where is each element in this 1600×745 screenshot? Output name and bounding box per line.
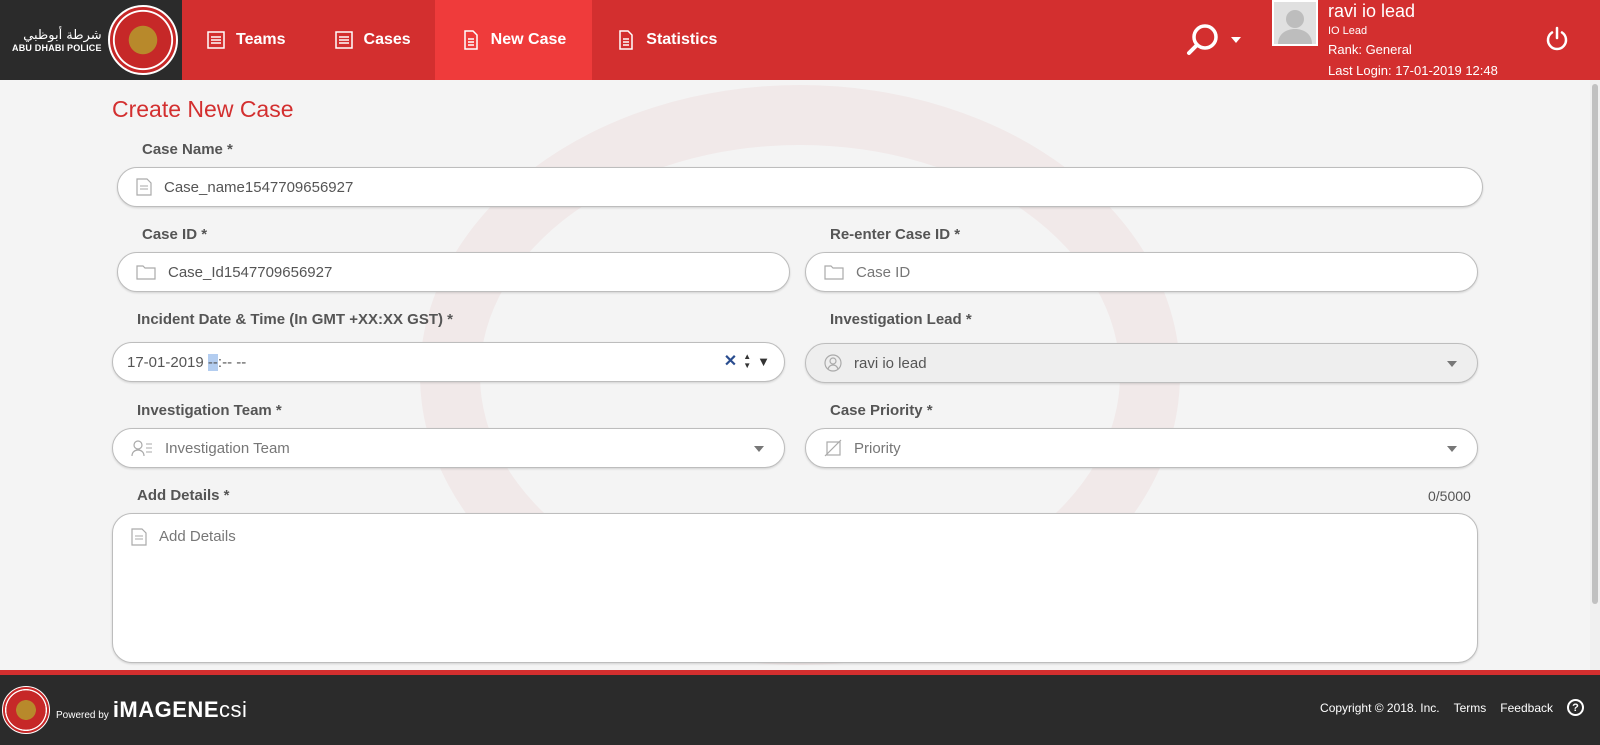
case-name-label: Case Name * <box>142 141 233 158</box>
folder-icon <box>136 265 156 280</box>
document-icon <box>463 30 478 50</box>
user-last-login: Last Login: 17-01-2019 12:48 <box>1328 63 1498 78</box>
incident-hour: -- <box>207 353 218 371</box>
police-emblem-icon <box>2 686 50 734</box>
reenter-case-id-placeholder: Case ID <box>856 263 911 281</box>
nav-cases[interactable]: Cases <box>310 0 435 80</box>
nav-teams[interactable]: Teams <box>182 0 310 80</box>
footer: Powered by iMAGENEcsi Copyright © 2018. … <box>0 675 1600 745</box>
calendar-dropdown-icon[interactable]: ▼ <box>757 354 770 369</box>
datetime-controls: ✕ ▲ ▼ ▼ <box>724 351 770 371</box>
help-icon[interactable]: ? <box>1567 699 1584 716</box>
scrollbar[interactable] <box>1590 80 1600 670</box>
copyright: Copyright © 2018. Inc. <box>1320 700 1440 715</box>
footer-links: Copyright © 2018. Inc. Terms Feedback ? <box>1320 699 1584 716</box>
add-details-placeholder: Add Details <box>159 528 236 545</box>
user-rank: Rank: General <box>1328 42 1412 57</box>
user-role: IO Lead <box>1328 25 1368 37</box>
chevron-down-icon <box>1231 37 1241 43</box>
brand-suffix: csi <box>219 697 248 722</box>
incident-datetime-value: 17-01-2019 --:-- -- <box>127 353 247 371</box>
logo[interactable]: شرطة أبوظبي ABU DHABI POLICE <box>0 0 182 80</box>
details-char-counter: 0/5000 <box>1428 488 1471 504</box>
investigation-lead-value: ravi io lead <box>854 354 927 372</box>
document-icon <box>619 30 634 50</box>
case-id-input[interactable]: Case_Id1547709656927 <box>117 252 790 292</box>
user-profile[interactable]: ravi io lead IO Lead Rank: General Last … <box>1272 0 1498 78</box>
chevron-down-icon <box>754 446 764 452</box>
reenter-case-id-label: Re-enter Case ID * <box>830 226 961 243</box>
investigation-team-label: Investigation Team * <box>137 402 282 419</box>
list-icon <box>207 31 225 49</box>
chevron-down-icon <box>1447 361 1457 367</box>
logo-arabic: شرطة أبوظبي <box>23 27 102 43</box>
investigation-lead-select[interactable]: ravi io lead <box>805 343 1478 383</box>
case-name-input[interactable]: Case_name1547709656927 <box>117 167 1483 207</box>
clear-icon[interactable]: ✕ <box>724 351 737 371</box>
list-icon <box>334 31 353 49</box>
logo-english: ABU DHABI POLICE <box>12 42 102 53</box>
search-icon <box>1187 24 1218 55</box>
folder-icon <box>824 265 844 280</box>
avatar <box>1272 0 1318 46</box>
user-info: ravi io lead IO Lead Rank: General Last … <box>1328 0 1498 78</box>
case-id-value: Case_Id1547709656927 <box>168 263 333 281</box>
incident-datetime-label: Incident Date & Time (In GMT +XX:XX GST)… <box>137 311 454 328</box>
case-priority-select[interactable]: Priority <box>805 428 1478 468</box>
spinner-icon[interactable]: ▲ ▼ <box>743 352 751 370</box>
nav-statistics[interactable]: Statistics <box>592 0 741 80</box>
nav-statistics-label: Statistics <box>646 31 718 48</box>
terms-link[interactable]: Terms <box>1454 701 1487 715</box>
nav-new-case[interactable]: New Case <box>434 0 593 80</box>
case-priority-placeholder: Priority <box>854 439 901 457</box>
document-icon <box>131 528 147 546</box>
incident-date: 17-01-2019 <box>127 353 204 371</box>
team-icon <box>131 440 152 457</box>
search-dropdown[interactable] <box>1185 22 1241 58</box>
police-emblem-icon <box>107 5 178 75</box>
investigation-lead-label: Investigation Lead * <box>830 311 972 328</box>
power-icon <box>1546 26 1568 51</box>
user-name: ravi io lead <box>1328 1 1416 21</box>
nav-new-case-label: New Case <box>490 31 567 48</box>
feedback-link[interactable]: Feedback <box>1500 701 1553 715</box>
brand-logo: iMAGENEcsi <box>113 697 248 723</box>
nav-teams-label: Teams <box>236 31 286 48</box>
logout-button[interactable] <box>1544 26 1570 57</box>
investigation-team-select[interactable]: Investigation Team <box>112 428 785 468</box>
nav-cases-label: Cases <box>363 31 411 48</box>
top-header: شرطة أبوظبي ABU DHABI POLICE Teams Cases… <box>0 0 1600 80</box>
powered-by: Powered by <box>56 709 109 721</box>
page-title: Create New Case <box>112 96 294 122</box>
incident-time-rest: :-- -- <box>217 353 247 371</box>
logo-text: شرطة أبوظبي ABU DHABI POLICE <box>12 28 102 53</box>
chevron-down-icon <box>1447 446 1457 452</box>
user-circle-icon <box>824 354 842 372</box>
add-details-label: Add Details * <box>137 487 230 504</box>
case-name-value: Case_name1547709656927 <box>164 178 354 196</box>
document-icon <box>136 178 152 196</box>
add-details-textarea[interactable]: Add Details <box>112 513 1478 663</box>
reenter-case-id-input[interactable]: Case ID <box>805 252 1478 292</box>
case-priority-label: Case Priority * <box>830 402 933 419</box>
incident-datetime-input[interactable]: 17-01-2019 --:-- -- ✕ ▲ ▼ ▼ <box>112 342 785 382</box>
priority-icon <box>824 439 842 457</box>
brand-prefix: iMAGENE <box>112 697 219 722</box>
case-id-label: Case ID * <box>142 226 208 243</box>
scrollbar-thumb[interactable] <box>1592 84 1598 604</box>
investigation-team-placeholder: Investigation Team <box>165 439 290 457</box>
main-nav: Teams Cases New Case Statistics <box>182 0 741 80</box>
user-icon <box>1278 10 1312 44</box>
